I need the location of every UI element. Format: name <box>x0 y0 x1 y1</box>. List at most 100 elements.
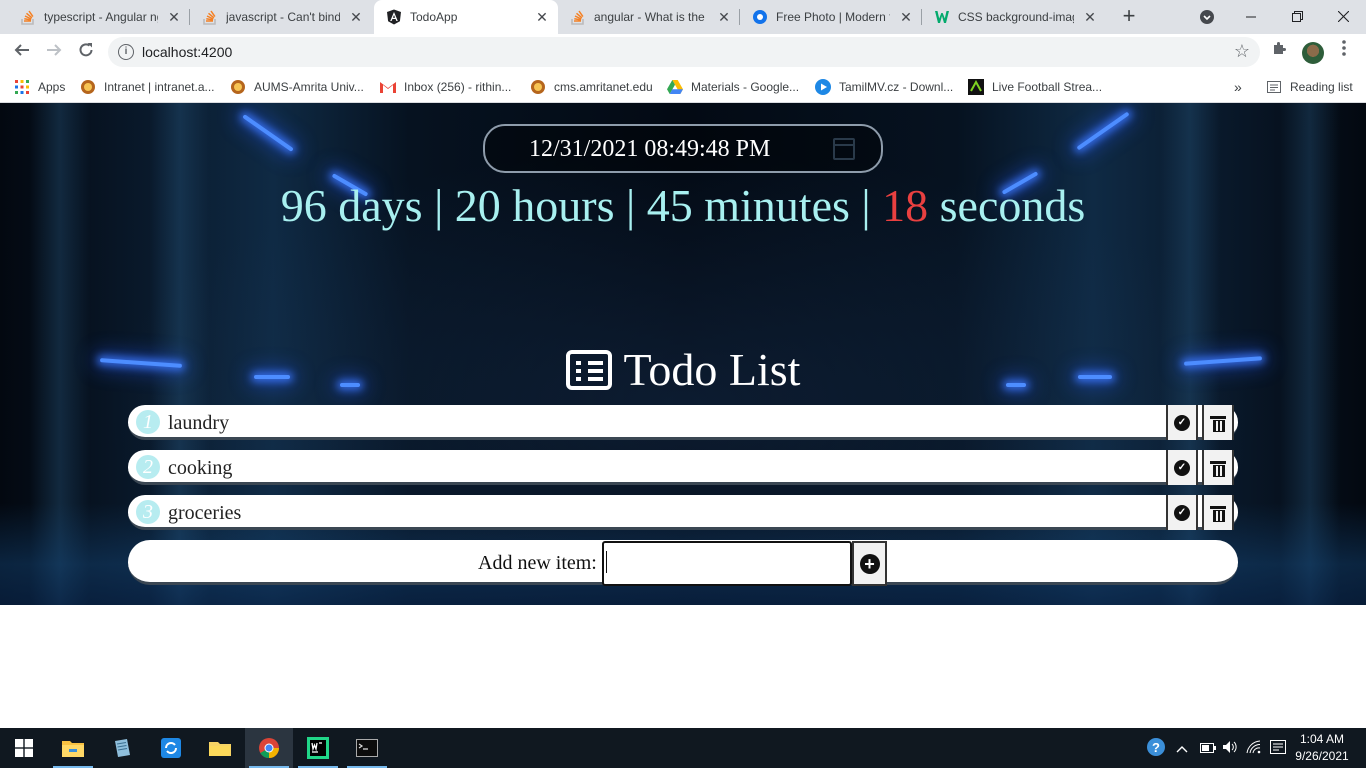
item-number-badge: 3 <box>136 500 160 524</box>
webstorm-taskbar-button[interactable] <box>294 728 342 768</box>
bookmark-football[interactable]: Live Football Strea... <box>968 77 1102 97</box>
back-button[interactable] <box>8 38 36 66</box>
close-tab-icon[interactable]: ✕ <box>534 9 550 25</box>
new-tab-button[interactable]: + <box>1116 5 1142 29</box>
svg-text:?: ? <box>1152 740 1160 755</box>
delete-button[interactable] <box>1202 495 1234 530</box>
browser-tab-3-active[interactable]: TodoApp ✕ <box>374 0 558 34</box>
delete-button[interactable] <box>1202 405 1234 440</box>
tray-chevron-up-icon[interactable] <box>1176 740 1188 756</box>
delete-button[interactable] <box>1202 450 1234 485</box>
restore-window-button[interactable] <box>1274 0 1320 34</box>
sync-taskbar-button[interactable] <box>147 728 195 768</box>
reload-icon <box>79 43 93 57</box>
help-icon[interactable]: ? <box>1146 737 1166 760</box>
bookmark-intranet[interactable]: Intranet | intranet.a... <box>80 77 215 97</box>
clock-date: 9/26/2021 <box>1295 749 1349 763</box>
item-number-badge: 1 <box>136 410 160 434</box>
todo-title-text: Todo List <box>623 344 801 395</box>
site-info-icon[interactable]: i <box>118 44 134 60</box>
battery-icon[interactable] <box>1200 740 1216 756</box>
chrome-taskbar-button[interactable] <box>245 728 293 768</box>
start-button[interactable] <box>0 728 48 768</box>
notepad-taskbar-button[interactable] <box>98 728 146 768</box>
browser-tab-2[interactable]: javascript - Can't bind ✕ <box>190 0 372 34</box>
bookmark-apps[interactable]: Apps <box>14 77 65 97</box>
angular-icon <box>386 9 402 25</box>
apps-grid-icon <box>14 79 30 95</box>
input-indicator-icon[interactable] <box>1270 740 1286 757</box>
text-caret <box>606 551 607 573</box>
mark-done-button[interactable]: ✓ <box>1166 405 1198 440</box>
browser-tab-6[interactable]: CSS background-imag ✕ <box>922 0 1106 34</box>
countdown-days: 96 days <box>280 180 423 231</box>
close-window-button[interactable] <box>1320 0 1366 34</box>
football-icon <box>968 79 984 95</box>
todo-item: 2 cooking ✓ <box>128 450 1238 485</box>
chrome-menu-button[interactable] <box>1332 40 1356 64</box>
calendar-icon[interactable] <box>833 138 855 160</box>
webstorm-icon <box>307 737 329 759</box>
mark-done-button[interactable]: ✓ <box>1166 495 1198 530</box>
neon-light <box>242 114 294 152</box>
folder-icon <box>209 742 231 756</box>
add-item-button[interactable]: + <box>852 541 887 586</box>
forward-button[interactable] <box>40 38 68 66</box>
amrita-icon <box>80 79 96 95</box>
puzzle-icon <box>1274 42 1286 54</box>
bookmarks-bar: Apps Intranet | intranet.a... AUMS-Amrit… <box>0 71 1366 103</box>
sync-icon <box>161 738 181 758</box>
bookmark-star-icon[interactable]: ☆ <box>1234 41 1250 62</box>
address-bar[interactable]: i localhost:4200 ☆ <box>108 37 1260 67</box>
datetime-input[interactable]: 12/31/2021 08:49:48 PM <box>483 124 883 173</box>
close-tab-icon[interactable]: ✕ <box>716 9 732 25</box>
reading-list-label: Reading list <box>1290 80 1353 94</box>
reading-list-button[interactable]: Reading list <box>1266 77 1353 97</box>
terminal-taskbar-button[interactable] <box>343 728 391 768</box>
reading-list-icon <box>1266 79 1282 95</box>
profile-avatar[interactable] <box>1302 42 1324 64</box>
close-tab-icon[interactable]: ✕ <box>898 9 914 25</box>
browser-tab-5[interactable]: Free Photo | Modern fu ✕ <box>740 0 922 34</box>
bookmarks-overflow-button[interactable]: » <box>1234 77 1242 97</box>
file-explorer-taskbar-button[interactable] <box>49 728 97 768</box>
volume-icon[interactable] <box>1222 740 1238 757</box>
extensions-button[interactable] <box>1268 40 1292 64</box>
browser-tab-4[interactable]: angular - What is the t ✕ <box>558 0 740 34</box>
w3schools-icon <box>934 9 950 25</box>
reload-button[interactable] <box>72 38 100 66</box>
countdown-separator: | <box>849 180 883 231</box>
system-clock[interactable]: 1:04 AM 9/26/2021 <box>1292 731 1352 765</box>
folder-taskbar-button[interactable] <box>196 728 244 768</box>
neon-light <box>1076 111 1130 151</box>
notepad-icon <box>115 739 130 757</box>
browser-tab-1[interactable]: typescript - Angular ng ✕ <box>8 0 190 34</box>
bookmark-label: Apps <box>38 80 66 94</box>
stackoverflow-icon <box>202 9 218 25</box>
item-text: cooking <box>168 457 233 479</box>
bookmark-inbox[interactable]: Inbox (256) - rithin... <box>380 77 511 97</box>
play-icon <box>815 79 831 95</box>
chrome-icon <box>259 738 280 759</box>
tab-title: Free Photo | Modern fu <box>776 10 890 24</box>
bookmark-tamilmv[interactable]: TamilMV.cz - Downl... <box>815 77 953 97</box>
hero-background: 12/31/2021 08:49:48 PM 96 days | 20 hour… <box>0 103 1366 605</box>
tab-search-button[interactable] <box>1184 0 1230 34</box>
bookmark-aums[interactable]: AUMS-Amrita Univ... <box>230 77 364 97</box>
bookmark-cms[interactable]: cms.amritanet.edu <box>530 77 653 97</box>
wifi-icon[interactable] <box>1246 740 1262 757</box>
freepik-icon <box>752 9 768 25</box>
countdown-display: 96 days | 20 hours | 45 minutes | 18 sec… <box>0 179 1366 232</box>
close-tab-icon[interactable]: ✕ <box>348 9 364 25</box>
todo-item: 3 groceries ✓ <box>128 495 1238 530</box>
bookmark-label: Inbox (256) - rithin... <box>404 80 512 94</box>
kebab-menu-icon <box>1342 40 1346 56</box>
minimize-window-button[interactable] <box>1228 0 1274 34</box>
clock-time: 1:04 AM <box>1299 732 1345 746</box>
tab-title: javascript - Can't bind <box>226 10 340 24</box>
mark-done-button[interactable]: ✓ <box>1166 450 1198 485</box>
bookmark-materials[interactable]: Materials - Google... <box>667 77 799 97</box>
countdown-seconds-label: seconds <box>928 180 1086 231</box>
close-tab-icon[interactable]: ✕ <box>1082 9 1098 25</box>
close-tab-icon[interactable]: ✕ <box>166 9 182 25</box>
